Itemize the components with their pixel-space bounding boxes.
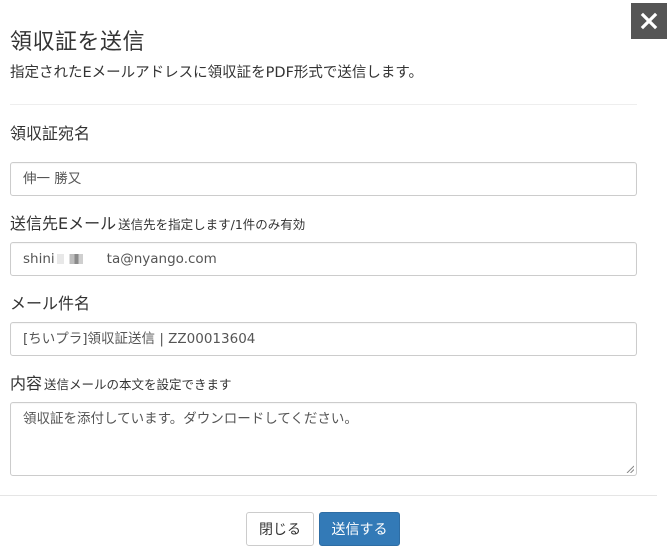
subject-value: [ちいプラ]領収証送信 | ZZ00013604 <box>23 331 256 347</box>
redacted-mask <box>56 254 93 264</box>
recipient-name-value: 伸一 勝又 <box>23 171 82 187</box>
email-value-prefix: shini <box>23 251 55 267</box>
recipient-name-input[interactable]: 伸一 勝又 <box>10 162 637 196</box>
dialog-subtitle: 指定されたEメールアドレスに領収証をPDF形式で送信します。 <box>10 65 423 81</box>
resize-grip-icon[interactable] <box>626 465 634 473</box>
send-receipt-dialog: 領収証を送信 指定されたEメールアドレスに領収証をPDF形式で送信します。 領収… <box>0 0 669 555</box>
email-hint: 送信先を指定します/1件のみ有効 <box>118 217 306 232</box>
email-label-text: 送信先Eメール <box>10 214 117 233</box>
send-button[interactable]: 送信する <box>319 512 400 546</box>
email-input[interactable]: shini ta@nyango.com <box>10 242 637 276</box>
body-hint: 送信メールの本文を設定できます <box>44 377 232 392</box>
dialog-header: 領収証を送信 指定されたEメールアドレスに領収証をPDF形式で送信します。 <box>10 28 637 83</box>
header-divider <box>10 104 637 105</box>
footer-divider <box>0 495 657 496</box>
recipient-name-label: 領収証宛名 <box>10 123 90 145</box>
dialog-title: 領収証を送信 <box>10 30 146 55</box>
subject-label: メール件名 <box>10 293 90 315</box>
cancel-button[interactable]: 閉じる <box>246 512 314 546</box>
body-label-text: 内容 <box>10 374 43 393</box>
body-label: 内容 送信メールの本文を設定できます <box>10 373 232 396</box>
email-value-suffix: ta@nyango.com <box>106 251 217 267</box>
email-label: 送信先Eメール 送信先を指定します/1件のみ有効 <box>10 213 305 236</box>
body-value: 領収証を添付しています。ダウンロードしてください。 <box>23 411 358 427</box>
subject-label-text: メール件名 <box>10 294 91 313</box>
recipient-name-label-text: 領収証宛名 <box>10 124 91 143</box>
subject-input[interactable]: [ちいプラ]領収証送信 | ZZ00013604 <box>10 322 637 356</box>
close-icon <box>640 12 658 30</box>
body-textarea[interactable]: 領収証を添付しています。ダウンロードしてください。 <box>10 402 637 476</box>
